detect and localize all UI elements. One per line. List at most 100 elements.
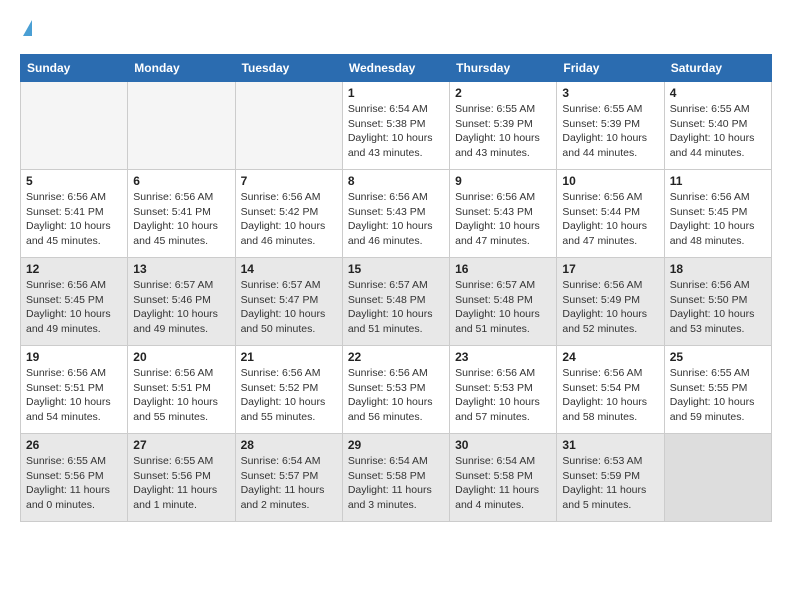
day-info: Sunrise: 6:54 AMSunset: 5:38 PMDaylight:… — [348, 102, 444, 161]
calendar-day-cell: 25 Sunrise: 6:55 AMSunset: 5:55 PMDayligh… — [664, 346, 771, 434]
calendar-day-cell: 27 Sunrise: 6:55 AMSunset: 5:56 PMDayligh… — [128, 434, 235, 522]
day-info: Sunrise: 6:56 AMSunset: 5:44 PMDaylight:… — [562, 190, 658, 249]
day-info: Sunrise: 6:56 AMSunset: 5:53 PMDaylight:… — [455, 366, 551, 425]
day-info: Sunrise: 6:54 AMSunset: 5:57 PMDaylight:… — [241, 454, 337, 513]
calendar-day-header: Friday — [557, 55, 664, 82]
day-info: Sunrise: 6:56 AMSunset: 5:49 PMDaylight:… — [562, 278, 658, 337]
calendar-day-cell: 21 Sunrise: 6:56 AMSunset: 5:52 PMDayligh… — [235, 346, 342, 434]
day-number: 5 — [26, 174, 122, 188]
day-info: Sunrise: 6:57 AMSunset: 5:48 PMDaylight:… — [348, 278, 444, 337]
day-number: 24 — [562, 350, 658, 364]
calendar-day-cell: 30 Sunrise: 6:54 AMSunset: 5:58 PMDayligh… — [450, 434, 557, 522]
logo-triangle-icon — [23, 20, 32, 36]
calendar-week-row: 19Sunrise: 6:56 AMSunset: 5:51 PMDayligh… — [21, 346, 772, 434]
day-info: Sunrise: 6:56 AMSunset: 5:43 PMDaylight:… — [455, 190, 551, 249]
calendar-day-cell: 10 Sunrise: 6:56 AMSunset: 5:44 PMDayligh… — [557, 170, 664, 258]
day-info: Sunrise: 6:56 AMSunset: 5:50 PMDaylight:… — [670, 278, 766, 337]
calendar-day-cell: 4 Sunrise: 6:55 AMSunset: 5:40 PMDaylight… — [664, 82, 771, 170]
calendar-day-cell: 16 Sunrise: 6:57 AMSunset: 5:48 PMDayligh… — [450, 258, 557, 346]
day-number: 29 — [348, 438, 444, 452]
day-info: Sunrise: 6:55 AMSunset: 5:39 PMDaylight:… — [562, 102, 658, 161]
day-number: 10 — [562, 174, 658, 188]
calendar-day-cell: 23 Sunrise: 6:56 AMSunset: 5:53 PMDayligh… — [450, 346, 557, 434]
calendar-day-cell: 19Sunrise: 6:56 AMSunset: 5:51 PMDayligh… — [21, 346, 128, 434]
day-info: Sunrise: 6:56 AMSunset: 5:51 PMDaylight:… — [133, 366, 229, 425]
day-number: 11 — [670, 174, 766, 188]
calendar-day-cell: 11 Sunrise: 6:56 AMSunset: 5:45 PMDayligh… — [664, 170, 771, 258]
day-number: 23 — [455, 350, 551, 364]
day-number: 30 — [455, 438, 551, 452]
day-info: Sunrise: 6:55 AMSunset: 5:40 PMDaylight:… — [670, 102, 766, 161]
day-number: 7 — [241, 174, 337, 188]
day-number: 14 — [241, 262, 337, 276]
calendar-day-cell: 7 Sunrise: 6:56 AMSunset: 5:42 PMDaylight… — [235, 170, 342, 258]
day-number: 6 — [133, 174, 229, 188]
calendar-day-cell: 15 Sunrise: 6:57 AMSunset: 5:48 PMDayligh… — [342, 258, 449, 346]
day-number: 12 — [26, 262, 122, 276]
calendar-day-cell — [664, 434, 771, 522]
calendar-day-header: Tuesday — [235, 55, 342, 82]
calendar-day-cell: 20 Sunrise: 6:56 AMSunset: 5:51 PMDayligh… — [128, 346, 235, 434]
calendar-day-cell: 28 Sunrise: 6:54 AMSunset: 5:57 PMDayligh… — [235, 434, 342, 522]
day-info: Sunrise: 6:56 AMSunset: 5:41 PMDaylight:… — [133, 190, 229, 249]
day-number: 26 — [26, 438, 122, 452]
calendar-day-header: Monday — [128, 55, 235, 82]
day-info: Sunrise: 6:53 AMSunset: 5:59 PMDaylight:… — [562, 454, 658, 513]
day-info: Sunrise: 6:56 AMSunset: 5:52 PMDaylight:… — [241, 366, 337, 425]
calendar-day-cell: 13Sunrise: 6:57 AMSunset: 5:46 PMDayligh… — [128, 258, 235, 346]
day-number: 3 — [562, 86, 658, 100]
day-number: 16 — [455, 262, 551, 276]
day-number: 28 — [241, 438, 337, 452]
calendar-day-header: Wednesday — [342, 55, 449, 82]
day-number: 25 — [670, 350, 766, 364]
calendar-day-cell: 31 Sunrise: 6:53 AMSunset: 5:59 PMDayligh… — [557, 434, 664, 522]
day-info: Sunrise: 6:55 AMSunset: 5:56 PMDaylight:… — [26, 454, 122, 513]
calendar-day-cell: 14 Sunrise: 6:57 AMSunset: 5:47 PMDayligh… — [235, 258, 342, 346]
calendar-day-cell: 12 Sunrise: 6:56 AMSunset: 5:45 PMDayligh… — [21, 258, 128, 346]
calendar-week-row: 5 Sunrise: 6:56 AMSunset: 5:41 PMDaylight… — [21, 170, 772, 258]
day-info: Sunrise: 6:56 AMSunset: 5:53 PMDaylight:… — [348, 366, 444, 425]
day-info: Sunrise: 6:55 AMSunset: 5:39 PMDaylight:… — [455, 102, 551, 161]
calendar-day-cell: 22 Sunrise: 6:56 AMSunset: 5:53 PMDayligh… — [342, 346, 449, 434]
day-info: Sunrise: 6:57 AMSunset: 5:47 PMDaylight:… — [241, 278, 337, 337]
calendar-day-cell — [235, 82, 342, 170]
day-info: Sunrise: 6:56 AMSunset: 5:51 PMDaylight:… — [26, 366, 122, 425]
day-number: 20 — [133, 350, 229, 364]
calendar-day-cell: 3 Sunrise: 6:55 AMSunset: 5:39 PMDaylight… — [557, 82, 664, 170]
calendar-day-cell: 2 Sunrise: 6:55 AMSunset: 5:39 PMDaylight… — [450, 82, 557, 170]
calendar-day-header: Thursday — [450, 55, 557, 82]
calendar-week-row: 12 Sunrise: 6:56 AMSunset: 5:45 PMDayligh… — [21, 258, 772, 346]
day-number: 9 — [455, 174, 551, 188]
day-number: 31 — [562, 438, 658, 452]
day-info: Sunrise: 6:54 AMSunset: 5:58 PMDaylight:… — [455, 454, 551, 513]
day-number: 2 — [455, 86, 551, 100]
day-info: Sunrise: 6:55 AMSunset: 5:55 PMDaylight:… — [670, 366, 766, 425]
page-header — [20, 20, 772, 38]
day-number: 27 — [133, 438, 229, 452]
calendar-day-header: Sunday — [21, 55, 128, 82]
day-info: Sunrise: 6:56 AMSunset: 5:43 PMDaylight:… — [348, 190, 444, 249]
calendar-week-row: 26 Sunrise: 6:55 AMSunset: 5:56 PMDayligh… — [21, 434, 772, 522]
day-info: Sunrise: 6:56 AMSunset: 5:45 PMDaylight:… — [26, 278, 122, 337]
day-info: Sunrise: 6:56 AMSunset: 5:45 PMDaylight:… — [670, 190, 766, 249]
calendar-header-row: SundayMondayTuesdayWednesdayThursdayFrid… — [21, 55, 772, 82]
day-number: 1 — [348, 86, 444, 100]
calendar-day-cell: 29 Sunrise: 6:54 AMSunset: 5:58 PMDayligh… — [342, 434, 449, 522]
day-info: Sunrise: 6:55 AMSunset: 5:56 PMDaylight:… — [133, 454, 229, 513]
day-number: 15 — [348, 262, 444, 276]
day-info: Sunrise: 6:56 AMSunset: 5:42 PMDaylight:… — [241, 190, 337, 249]
day-info: Sunrise: 6:57 AMSunset: 5:48 PMDaylight:… — [455, 278, 551, 337]
calendar-day-cell: 24 Sunrise: 6:56 AMSunset: 5:54 PMDayligh… — [557, 346, 664, 434]
calendar-day-cell: 5Sunrise: 6:56 AMSunset: 5:41 PMDaylight… — [21, 170, 128, 258]
day-info: Sunrise: 6:57 AMSunset: 5:46 PMDaylight:… — [133, 278, 229, 337]
logo — [20, 20, 32, 38]
day-number: 22 — [348, 350, 444, 364]
day-number: 17 — [562, 262, 658, 276]
calendar-day-cell: 1 Sunrise: 6:54 AMSunset: 5:38 PMDaylight… — [342, 82, 449, 170]
day-number: 21 — [241, 350, 337, 364]
calendar-day-cell: 17 Sunrise: 6:56 AMSunset: 5:49 PMDayligh… — [557, 258, 664, 346]
day-number: 4 — [670, 86, 766, 100]
calendar-day-header: Saturday — [664, 55, 771, 82]
day-info: Sunrise: 6:56 AMSunset: 5:54 PMDaylight:… — [562, 366, 658, 425]
day-info: Sunrise: 6:54 AMSunset: 5:58 PMDaylight:… — [348, 454, 444, 513]
